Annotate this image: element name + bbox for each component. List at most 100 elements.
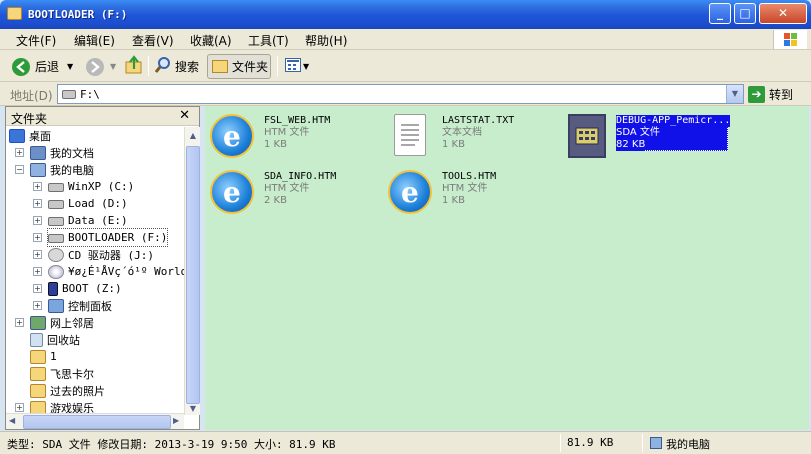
tree-item-my-documents[interactable]: + 我的文档 xyxy=(15,144,94,161)
file-item[interactable]: e FSL_WEB.HTM HTM 文件 1 KB xyxy=(210,111,380,161)
address-input[interactable]: F:\ ▼ xyxy=(57,84,744,104)
file-size: 1 KB xyxy=(264,139,287,150)
vertical-scrollbar[interactable]: ▲ ▼ xyxy=(184,127,200,415)
tree-item-label: 控制面板 xyxy=(68,299,112,313)
collapse-icon[interactable]: − xyxy=(15,165,24,174)
tree-item-cd-world[interactable]: + ¥ø¿É¹ÅVç´ó¹º World xyxy=(33,263,184,280)
tree-item-drive-c[interactable]: + WinXP (C:) xyxy=(33,178,134,195)
scroll-thumb[interactable] xyxy=(186,146,200,404)
go-button[interactable]: ➔ 转到 xyxy=(748,84,806,104)
status-location: 我的电脑 xyxy=(666,438,710,451)
views-button[interactable]: ▼ xyxy=(285,54,309,79)
scroll-up-icon[interactable]: ▲ xyxy=(186,128,200,144)
expand-icon[interactable]: + xyxy=(33,216,42,225)
go-label: 转到 xyxy=(769,87,794,102)
file-list-pane[interactable]: e FSL_WEB.HTM HTM 文件 1 KB LASTSTAT.TXT 文… xyxy=(205,106,809,430)
scroll-down-icon[interactable]: ▼ xyxy=(186,401,200,417)
scroll-left-icon[interactable]: ◀ xyxy=(9,416,15,425)
tree-item-control-panel[interactable]: + 控制面板 xyxy=(33,297,112,314)
tree-item-desktop[interactable]: 桌面 xyxy=(9,127,51,144)
tree-item-drive-e[interactable]: + Data (E:) xyxy=(33,212,128,229)
windows-logo-icon xyxy=(773,30,807,49)
file-item-selected[interactable]: DEBUG-APP_Pemicr... SDA 文件 82 KB xyxy=(562,111,732,161)
dropdown-arrow-icon[interactable]: ▼ xyxy=(110,62,116,71)
scroll-thumb[interactable] xyxy=(23,415,171,429)
file-name: FSL_WEB.HTM xyxy=(264,115,331,126)
address-dropdown-icon[interactable]: ▼ xyxy=(726,85,743,103)
dropdown-arrow-icon[interactable]: ▼ xyxy=(303,62,309,71)
file-item[interactable]: e SDA_INFO.HTM HTM 文件 2 KB xyxy=(210,167,380,217)
folder-icon xyxy=(30,383,46,398)
menu-help[interactable]: 帮助(H) xyxy=(305,32,347,49)
tree-item-label: 我的文档 xyxy=(50,146,94,160)
tree-item-label: Load (D:) xyxy=(68,197,128,210)
expand-icon[interactable]: + xyxy=(33,267,42,276)
forward-button[interactable]: ▼ xyxy=(86,54,116,79)
back-label: 后退 xyxy=(35,60,60,74)
file-name: LASTSTAT.TXT xyxy=(442,115,515,126)
drive-icon xyxy=(48,217,64,226)
folders-label: 文件夹 xyxy=(232,60,269,74)
tree-item-network[interactable]: + 网上邻居 xyxy=(15,314,94,331)
file-type: 文本文档 xyxy=(442,127,482,138)
file-name: DEBUG-APP_Pemicr... xyxy=(616,115,731,127)
tree-item-drive-z[interactable]: + BOOT (Z:) xyxy=(33,280,122,297)
back-button[interactable]: 后退 ▼ xyxy=(12,54,73,79)
expand-icon[interactable]: + xyxy=(15,148,24,157)
minimize-button[interactable]: _ xyxy=(709,3,731,24)
menu-file[interactable]: 文件(F) xyxy=(16,32,56,49)
up-folder-button[interactable] xyxy=(124,54,144,79)
back-arrow-icon xyxy=(12,57,30,76)
tree-item-label: 我的电脑 xyxy=(50,163,94,177)
menu-edit[interactable]: 编辑(E) xyxy=(74,32,115,49)
folder-icon xyxy=(212,60,228,73)
file-type: HTM 文件 xyxy=(264,127,310,138)
menu-bar: 文件(F) 编辑(E) 查看(V) 收藏(A) 工具(T) 帮助(H) xyxy=(0,29,811,50)
tree-item-drive-j[interactable]: + CD 驱动器 (J:) xyxy=(33,246,154,263)
search-button[interactable]: 搜索 xyxy=(154,54,199,79)
menu-favorites[interactable]: 收藏(A) xyxy=(190,32,232,49)
horizontal-scrollbar[interactable]: ◀ ▶ xyxy=(6,413,184,429)
file-size: 1 KB xyxy=(442,195,465,206)
maximize-button[interactable]: □ xyxy=(734,3,756,24)
menu-tools[interactable]: 工具(T) xyxy=(248,32,289,49)
expand-icon[interactable]: + xyxy=(33,199,42,208)
address-bar: 地址(D) F:\ ▼ ➔ 转到 xyxy=(0,82,811,106)
my-computer-icon xyxy=(650,437,662,449)
file-item[interactable]: LASTSTAT.TXT 文本文档 1 KB xyxy=(388,111,558,161)
tree-item-freescale[interactable]: 飞思卡尔 xyxy=(30,365,94,382)
folders-button[interactable]: 文件夹 xyxy=(207,54,271,79)
expand-icon[interactable]: + xyxy=(33,233,42,242)
expand-icon[interactable]: + xyxy=(15,403,24,412)
status-info: 类型: SDA 文件 修改日期: 2013-3-19 9:50 大小: 81.9… xyxy=(7,438,336,451)
tree-item-drive-d[interactable]: + Load (D:) xyxy=(33,195,128,212)
tree-item-my-computer[interactable]: − 我的电脑 xyxy=(15,161,94,178)
tree-item-label: Data (E:) xyxy=(68,214,128,227)
file-item[interactable]: e TOOLS.HTM HTM 文件 1 KB xyxy=(388,167,558,217)
expand-icon[interactable]: + xyxy=(15,318,24,327)
expand-icon[interactable]: + xyxy=(33,284,42,293)
status-size: 81.9 KB xyxy=(567,436,614,449)
file-type: HTM 文件 xyxy=(264,183,310,194)
go-arrow-icon: ➔ xyxy=(748,85,765,103)
dropdown-arrow-icon[interactable]: ▼ xyxy=(67,62,73,71)
scroll-right-icon[interactable]: ▶ xyxy=(173,416,179,425)
address-value: F:\ xyxy=(80,88,100,101)
expand-icon[interactable]: + xyxy=(33,182,42,191)
file-type: SDA 文件 xyxy=(616,127,660,139)
expand-icon[interactable]: + xyxy=(33,250,42,259)
desktop-icon xyxy=(9,128,25,143)
tree-item-old-photos[interactable]: 过去的照片 xyxy=(30,382,105,399)
control-panel-icon xyxy=(48,298,64,313)
title-bar[interactable]: BOOTLOADER (F:) _ □ ✕ xyxy=(0,0,811,29)
menu-view[interactable]: 查看(V) xyxy=(132,32,174,49)
close-pane-icon[interactable]: ✕ xyxy=(179,108,190,123)
tree-item-recycle-bin[interactable]: 回收站 xyxy=(30,331,80,348)
ie-document-icon: e xyxy=(210,114,254,158)
tree-item-label: 1 xyxy=(50,350,57,363)
drive-icon xyxy=(48,234,64,243)
expand-icon[interactable]: + xyxy=(33,301,42,310)
tree-item-folder-1[interactable]: 1 xyxy=(30,348,57,365)
tree-item-drive-f[interactable]: + BOOTLOADER (F:) xyxy=(33,228,169,247)
close-button[interactable]: ✕ xyxy=(759,3,807,24)
